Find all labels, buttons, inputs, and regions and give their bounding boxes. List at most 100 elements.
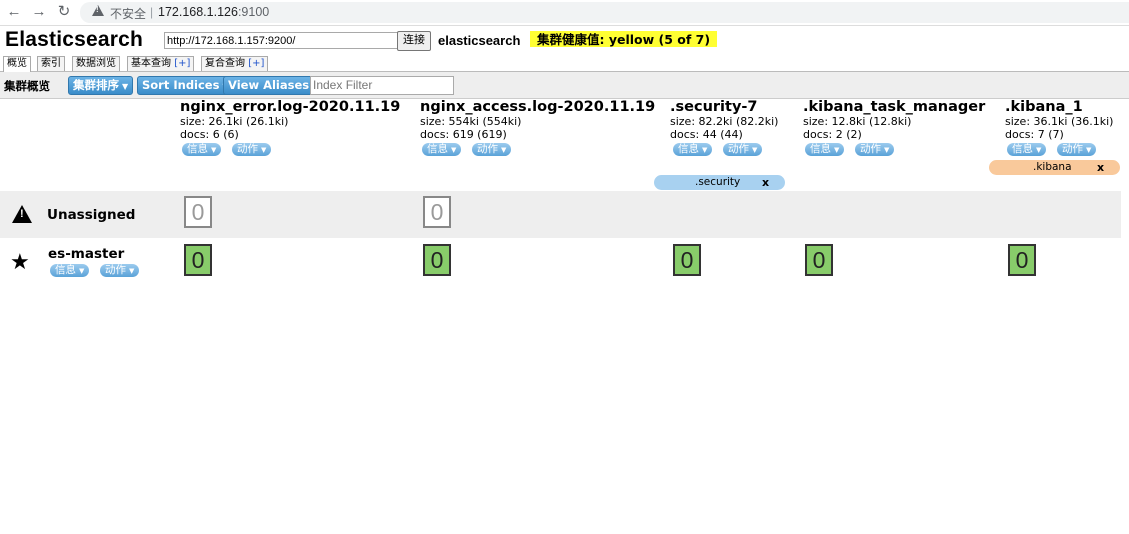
connect-url-input[interactable]	[164, 32, 398, 49]
warning-icon	[12, 205, 32, 223]
url-port: :9100	[237, 5, 270, 19]
arrow-right-icon[interactable]: →	[30, 3, 48, 21]
button-label: 信息	[187, 143, 208, 155]
tab-overview[interactable]: 概览	[3, 56, 31, 72]
chevron-down-icon: ▼	[702, 146, 708, 154]
reload-icon[interactable]: ↻	[55, 3, 73, 21]
index-docs: docs: 7 (7)	[1005, 128, 1064, 141]
index-name: .security-7	[670, 99, 758, 115]
alias-security[interactable]: .security x	[654, 175, 785, 190]
node-info-button[interactable]: 信息 ▼	[50, 264, 90, 277]
button-label: 信息	[55, 264, 76, 276]
index-action-button[interactable]: 动作 ▼	[1057, 143, 1097, 156]
index-docs: docs: 619 (619)	[420, 128, 507, 141]
index-info-button[interactable]: 信息 ▼	[805, 143, 845, 156]
tab-label: 数据浏览	[76, 58, 116, 69]
tab-compound-query[interactable]: 复合查询 [+]	[201, 56, 269, 71]
tab-browser[interactable]: 数据浏览	[72, 56, 120, 71]
cluster-name: elasticsearch	[438, 33, 521, 48]
index-size: size: 82.2ki (82.2ki)	[670, 115, 779, 128]
chevron-down-icon: ▼	[211, 146, 217, 154]
unassigned-shard[interactable]: 0	[184, 196, 212, 228]
index-info-button[interactable]: 信息 ▼	[673, 143, 713, 156]
tab-basic-query[interactable]: 基本查询 [+]	[127, 56, 195, 71]
index-name: .kibana_1	[1005, 99, 1083, 115]
primary-shard[interactable]: 0	[673, 244, 701, 276]
sort-cluster-button[interactable]: 集群排序 ▼	[68, 76, 134, 95]
primary-shard[interactable]: 0	[423, 244, 451, 276]
button-label: 信息	[427, 143, 448, 155]
button-label: 动作	[1062, 143, 1083, 155]
index-info-button[interactable]: 信息 ▼	[422, 143, 462, 156]
index-size: size: 36.1ki (36.1ki)	[1005, 115, 1114, 128]
security-status[interactable]: 不安全	[110, 5, 146, 22]
index-action-button[interactable]: 动作 ▼	[232, 143, 272, 156]
chevron-down-icon: ▼	[834, 146, 840, 154]
chevron-down-icon: ▼	[261, 146, 267, 154]
primary-shard[interactable]: 0	[184, 244, 212, 276]
chevron-down-icon: ▼	[1086, 146, 1092, 154]
index-action-button[interactable]: 动作 ▼	[472, 143, 512, 156]
primary-shard[interactable]: 0	[1008, 244, 1036, 276]
view-aliases-button[interactable]: View Aliases▼	[223, 76, 324, 95]
index-docs: docs: 6 (6)	[180, 128, 239, 141]
chevron-down-icon: ▼	[122, 82, 129, 91]
connect-button[interactable]: 连接	[397, 31, 431, 51]
node-name: es-master	[48, 246, 125, 262]
index-docs: docs: 2 (2)	[803, 128, 862, 141]
browser-toolbar: ← → ↻ 不安全 | 172.168.1.126:9100	[0, 0, 1129, 26]
close-icon[interactable]: x	[1097, 160, 1104, 175]
unassigned-label: Unassigned	[47, 207, 136, 223]
index-info-button[interactable]: 信息 ▼	[1007, 143, 1047, 156]
button-label: 集群排序	[73, 78, 119, 92]
close-icon[interactable]: x	[762, 175, 769, 190]
index-name: nginx_access.log-2020.11.19	[420, 99, 656, 115]
chevron-down-icon: ▼	[1036, 146, 1042, 154]
alias-kibana[interactable]: .kibana x	[989, 160, 1120, 175]
button-label: 动作	[860, 143, 881, 155]
index-size: size: 12.8ki (12.8ki)	[803, 115, 912, 128]
chevron-down-icon: ▼	[752, 146, 758, 154]
chevron-down-icon: ▼	[79, 267, 85, 275]
index-action-button[interactable]: 动作 ▼	[723, 143, 763, 156]
button-label: 动作	[477, 143, 498, 155]
index-name: .kibana_task_manager	[803, 99, 986, 115]
node-action-button[interactable]: 动作 ▼	[100, 264, 140, 277]
button-label: 动作	[105, 264, 126, 276]
tab-plus: [+]	[174, 58, 191, 69]
tab-label: 索引	[41, 58, 61, 69]
primary-shard[interactable]: 0	[805, 244, 833, 276]
index-size: size: 554ki (554ki)	[420, 115, 522, 128]
button-label: 动作	[237, 143, 258, 155]
alias-name: .security	[695, 176, 741, 188]
tab-indices[interactable]: 索引	[37, 56, 65, 71]
index-filter-input[interactable]: Index Filter	[310, 76, 454, 95]
chevron-down-icon: ▼	[884, 146, 890, 154]
button-label: 动作	[728, 143, 749, 155]
button-label: Sort Indices	[142, 78, 220, 92]
button-label: 信息	[810, 143, 831, 155]
warning-icon[interactable]	[92, 5, 104, 16]
url-text[interactable]: 172.168.1.126:9100	[158, 5, 269, 19]
index-action-button[interactable]: 动作 ▼	[855, 143, 895, 156]
tab-label: 概览	[7, 58, 27, 69]
alias-name: .kibana	[1033, 161, 1072, 173]
index-size: size: 26.1ki (26.1ki)	[180, 115, 289, 128]
index-name: nginx_error.log-2020.11.19	[180, 99, 401, 115]
unassigned-shard[interactable]: 0	[423, 196, 451, 228]
address-divider: |	[150, 5, 154, 19]
index-docs: docs: 44 (44)	[670, 128, 743, 141]
tab-label: 基本查询	[131, 58, 175, 69]
button-label: View Aliases	[228, 78, 310, 92]
tab-plus: [+]	[248, 58, 265, 69]
cluster-health-badge: 集群健康值: yellow (5 of 7)	[530, 31, 718, 47]
chevron-down-icon: ▼	[129, 267, 135, 275]
button-label: 信息	[678, 143, 699, 155]
chevron-down-icon: ▼	[451, 146, 457, 154]
tab-label: 复合查询	[205, 58, 249, 69]
app-title: Elasticsearch	[5, 28, 144, 51]
sort-indices-button[interactable]: Sort Indices▼	[137, 76, 234, 95]
unassigned-row	[0, 191, 1121, 238]
arrow-left-icon[interactable]: ←	[5, 3, 23, 21]
index-info-button[interactable]: 信息 ▼	[182, 143, 222, 156]
